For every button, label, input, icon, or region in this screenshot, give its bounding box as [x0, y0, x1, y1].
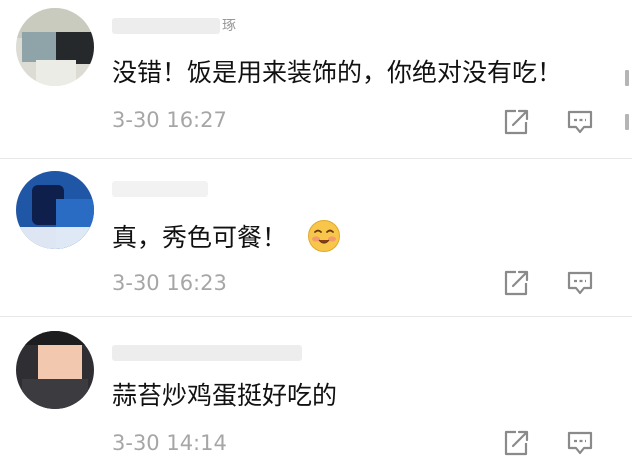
comment-item: 蒜苔炒鸡蛋挺好吃的 3-30 14:14 — [0, 316, 632, 475]
comment-time: 3-30 16:27 — [112, 108, 227, 132]
username[interactable]: 琢 — [112, 14, 236, 38]
comment-text: 没错！饭是用来装饰的，你绝对没有吃！ — [112, 58, 563, 87]
share-icon[interactable] — [502, 269, 530, 297]
scroll-edge-mark — [625, 114, 629, 130]
share-icon[interactable] — [502, 429, 530, 457]
share-icon[interactable] — [502, 108, 530, 136]
blush-emoji-icon — [307, 220, 340, 252]
username-blurred — [112, 18, 220, 34]
avatar[interactable] — [16, 171, 94, 249]
comment-text-content: 真，秀色可餐！ — [112, 223, 288, 252]
avatar[interactable] — [16, 8, 94, 86]
username[interactable] — [112, 341, 302, 365]
username[interactable] — [112, 177, 208, 201]
comment-item: 琢 没错！饭是用来装饰的，你绝对没有吃！ 3-30 16:27 — [0, 0, 632, 158]
scroll-edge-mark — [625, 70, 629, 86]
username-partial: 琢 — [222, 18, 236, 34]
reply-icon[interactable] — [566, 429, 594, 457]
comment-text: 真，秀色可餐！ — [112, 219, 341, 255]
avatar[interactable] — [16, 331, 94, 409]
username-blurred — [112, 181, 208, 197]
comment-time: 3-30 16:23 — [112, 271, 227, 295]
username-blurred — [112, 345, 302, 361]
reply-icon[interactable] — [566, 269, 594, 297]
comment-item: 真，秀色可餐！ 3-30 16:23 — [0, 158, 632, 317]
comment-time: 3-30 14:14 — [112, 431, 227, 455]
comment-text: 蒜苔炒鸡蛋挺好吃的 — [112, 381, 338, 410]
reply-icon[interactable] — [566, 108, 594, 136]
